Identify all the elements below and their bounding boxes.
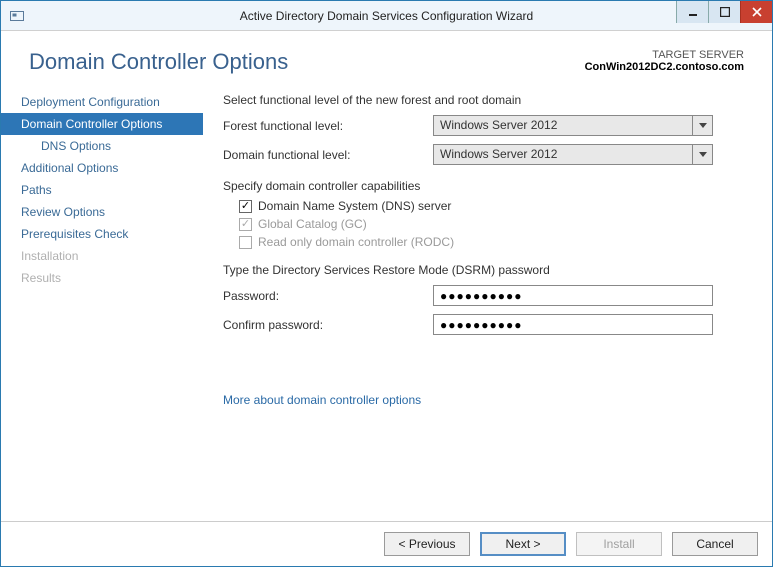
password-label: Password: <box>223 289 433 303</box>
dns-checkbox-label: Domain Name System (DNS) server <box>258 199 451 213</box>
rodc-checkbox-label: Read only domain controller (RODC) <box>258 235 454 249</box>
wizard-window: Active Directory Domain Services Configu… <box>0 0 773 567</box>
steps-sidebar: Deployment Configuration Domain Controll… <box>1 87 203 521</box>
cancel-button[interactable]: Cancel <box>672 532 758 556</box>
titlebar-controls <box>676 1 772 30</box>
page-title: Domain Controller Options <box>29 49 585 75</box>
chevron-down-icon <box>699 152 707 158</box>
content: Deployment Configuration Domain Controll… <box>1 87 772 521</box>
domain-level-label: Domain functional level: <box>223 148 433 162</box>
gc-checkbox: ✓ <box>239 218 252 231</box>
step-prerequisites-check[interactable]: Prerequisites Check <box>1 223 203 245</box>
forest-level-dropdown-button[interactable] <box>693 115 713 136</box>
step-dns-options[interactable]: DNS Options <box>1 135 203 157</box>
confirm-password-label: Confirm password: <box>223 318 433 332</box>
minimize-button[interactable] <box>676 1 708 23</box>
gc-checkbox-label: Global Catalog (GC) <box>258 217 367 231</box>
target-server-label: TARGET SERVER <box>585 49 744 61</box>
capabilities-heading: Specify domain controller capabilities <box>223 179 752 193</box>
install-button: Install <box>576 532 662 556</box>
titlebar: Active Directory Domain Services Configu… <box>1 1 772 31</box>
main-panel: Select functional level of the new fores… <box>203 87 772 521</box>
dns-checkbox-row[interactable]: ✓ Domain Name System (DNS) server <box>223 199 752 213</box>
window-title: Active Directory Domain Services Configu… <box>1 9 772 23</box>
forest-level-combo[interactable]: Windows Server 2012 <box>433 115 713 136</box>
functional-level-heading: Select functional level of the new fores… <box>223 93 752 107</box>
chevron-down-icon <box>699 123 707 129</box>
domain-level-combo[interactable]: Windows Server 2012 <box>433 144 713 165</box>
gc-checkbox-row: ✓ Global Catalog (GC) <box>223 217 752 231</box>
rodc-checkbox <box>239 236 252 249</box>
header: Domain Controller Options TARGET SERVER … <box>1 31 772 87</box>
step-domain-controller-options[interactable]: Domain Controller Options <box>1 113 203 135</box>
maximize-button[interactable] <box>708 1 740 23</box>
app-icon <box>9 8 25 24</box>
dns-checkbox[interactable]: ✓ <box>239 200 252 213</box>
target-server-block: TARGET SERVER ConWin2012DC2.contoso.com <box>585 49 744 75</box>
dsrm-heading: Type the Directory Services Restore Mode… <box>223 263 752 277</box>
forest-level-value: Windows Server 2012 <box>433 115 693 136</box>
help-link[interactable]: More about domain controller options <box>223 393 421 407</box>
step-deployment-configuration[interactable]: Deployment Configuration <box>1 91 203 113</box>
footer: < Previous Next > Install Cancel <box>1 521 772 566</box>
target-server-name: ConWin2012DC2.contoso.com <box>585 61 744 73</box>
domain-level-dropdown-button[interactable] <box>693 144 713 165</box>
step-paths[interactable]: Paths <box>1 179 203 201</box>
rodc-checkbox-row: Read only domain controller (RODC) <box>223 235 752 249</box>
previous-button[interactable]: < Previous <box>384 532 470 556</box>
step-additional-options[interactable]: Additional Options <box>1 157 203 179</box>
step-installation: Installation <box>1 245 203 267</box>
next-button[interactable]: Next > <box>480 532 566 556</box>
wizard-body: Domain Controller Options TARGET SERVER … <box>1 31 772 566</box>
confirm-password-input[interactable] <box>433 314 713 335</box>
step-results: Results <box>1 267 203 289</box>
forest-level-label: Forest functional level: <box>223 119 433 133</box>
password-input[interactable] <box>433 285 713 306</box>
step-review-options[interactable]: Review Options <box>1 201 203 223</box>
close-button[interactable] <box>740 1 772 23</box>
domain-level-value: Windows Server 2012 <box>433 144 693 165</box>
